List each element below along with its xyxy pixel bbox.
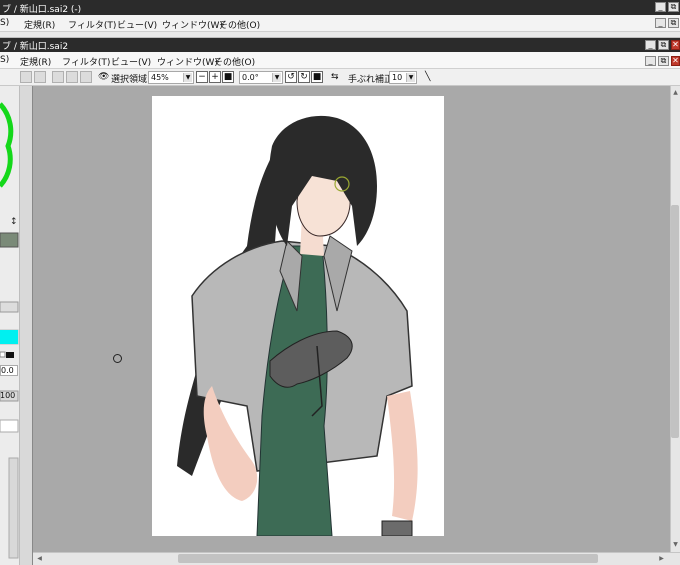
zoom-value: 45% bbox=[151, 73, 169, 82]
canvas-frame-border bbox=[20, 86, 33, 565]
stabilizer-label: 手ぶれ補正 bbox=[348, 75, 394, 85]
outer-menu-other[interactable]: その他(O) bbox=[219, 18, 260, 31]
toolbar-button-2[interactable] bbox=[34, 71, 46, 83]
inner-title-bar: ブ / 新山口.sai2 _ ⧉ ✕ bbox=[0, 38, 680, 52]
tool-scroll-button bbox=[0, 301, 19, 313]
outer-minimize-button[interactable]: _ bbox=[655, 2, 666, 12]
stabilizer-select[interactable]: 10 ▼ bbox=[389, 71, 417, 84]
outer-menu-minimize-button[interactable]: _ bbox=[655, 18, 666, 28]
rotate-ccw-button[interactable]: ↺ bbox=[285, 71, 297, 83]
outer-menu-restore-button[interactable]: ⧉ bbox=[668, 18, 679, 28]
pen-pressure-icon[interactable]: ╲ bbox=[425, 72, 430, 82]
inner-menu-window[interactable]: ウィンドウ(W) bbox=[157, 55, 218, 68]
chevron-down-icon: ▼ bbox=[406, 73, 415, 82]
inner-menu-minimize-button[interactable]: _ bbox=[645, 56, 656, 66]
left-panel-graphics: ↕ bbox=[0, 102, 19, 559]
inner-restore-button[interactable]: ⧉ bbox=[658, 40, 669, 50]
inner-menu-restore-button[interactable]: ⧉ bbox=[658, 56, 669, 66]
inner-menu-other[interactable]: その他(O) bbox=[214, 55, 255, 68]
horizontal-scroll-thumb[interactable] bbox=[178, 554, 598, 563]
toolbar-button-5[interactable] bbox=[80, 71, 92, 83]
zoom-in-button[interactable]: + bbox=[209, 71, 221, 83]
swap-colors-icon: ↕ bbox=[10, 217, 18, 227]
outer-menu-ruler[interactable]: 定規(R) bbox=[24, 18, 55, 31]
blank-field bbox=[0, 419, 19, 433]
stabilizer-value: 10 bbox=[392, 73, 403, 82]
left-scrollbar bbox=[8, 457, 19, 559]
outer-menu-window[interactable]: ウィンドウ(W) bbox=[162, 18, 223, 31]
outer-menu-s[interactable]: S) bbox=[0, 18, 9, 28]
scroll-left-icon[interactable]: ◀ bbox=[35, 554, 44, 563]
current-color-swatch bbox=[0, 232, 19, 248]
flip-horizontal-icon[interactable]: ⇆ bbox=[331, 72, 339, 82]
scroll-right-icon[interactable]: ▶ bbox=[657, 554, 666, 563]
inner-window-title: ブ / 新山口.sai2 bbox=[2, 42, 69, 52]
outer-menu-view[interactable]: ビュー(V) bbox=[117, 18, 157, 31]
cyan-swatch bbox=[0, 330, 18, 344]
inner-menu-bar: S) 定規(R) フィルタ(T) ビュー(V) ウィンドウ(W) その他(O) … bbox=[0, 52, 680, 69]
rotation-select[interactable]: 0.0° ▼ bbox=[239, 71, 283, 84]
color-wheel[interactable] bbox=[0, 102, 14, 188]
inner-menu-close-button[interactable]: ✕ bbox=[671, 56, 680, 66]
app-root: ブ / 新山口.sai2 (-) _ ⧉ S) 定規(R) フィルタ(T) ビュ… bbox=[0, 0, 680, 565]
chevron-down-icon: ▼ bbox=[183, 73, 192, 82]
swatch-white-small bbox=[0, 351, 6, 358]
outer-restore-button[interactable]: ⧉ bbox=[668, 2, 679, 12]
inner-close-button[interactable]: ✕ bbox=[671, 40, 680, 50]
left-tool-panel: ↕ 0.0 100 bbox=[0, 86, 20, 565]
zoom-out-button[interactable]: − bbox=[196, 71, 208, 83]
scroll-up-icon[interactable]: ▲ bbox=[671, 88, 680, 97]
inner-menu-filter[interactable]: フィルタ(T) bbox=[62, 55, 110, 68]
inner-menu-ruler[interactable]: 定規(R) bbox=[20, 55, 51, 68]
outer-menu-filter[interactable]: フィルタ(T) bbox=[68, 18, 116, 31]
right-glove bbox=[381, 520, 413, 537]
rotation-value: 0.0° bbox=[242, 73, 259, 82]
opacity-field[interactable]: 0.0 bbox=[0, 365, 18, 376]
inner-menu-s[interactable]: S) bbox=[0, 55, 9, 65]
vertical-scroll-thumb[interactable] bbox=[671, 205, 679, 438]
outer-window-title: ブ / 新山口.sai2 (-) bbox=[2, 5, 82, 15]
inner-menu-view[interactable]: ビュー(V) bbox=[111, 55, 151, 68]
outer-title-bar: ブ / 新山口.sai2 (-) _ ⧉ bbox=[0, 0, 680, 15]
selection-area-label: 選択領域 bbox=[111, 75, 148, 85]
inner-minimize-button[interactable]: _ bbox=[645, 40, 656, 50]
eye-icon[interactable]: 👁 bbox=[98, 72, 109, 82]
chevron-down-icon: ▼ bbox=[272, 73, 281, 82]
toolbar-button-3[interactable] bbox=[52, 71, 64, 83]
brush-cursor bbox=[113, 354, 122, 363]
zoom-reset-button[interactable]: ■ bbox=[222, 71, 234, 83]
zoom-select[interactable]: 45% ▼ bbox=[148, 71, 194, 84]
toolbar-button-4[interactable] bbox=[66, 71, 78, 83]
scroll-down-icon[interactable]: ▼ bbox=[671, 540, 680, 549]
right-arm bbox=[387, 391, 418, 521]
canvas-toolbar: 👁 選択領域 45% ▼ − + ■ 0.0° ▼ ↺ ↻ ■ ⇆ 手ぶれ補正 … bbox=[0, 69, 680, 86]
outer-menu-bar: S) 定規(R) フィルタ(T) ビュー(V) ウィンドウ(W) その他(O) … bbox=[0, 15, 680, 32]
rotate-cw-button[interactable]: ↻ bbox=[298, 71, 310, 83]
swatch-black-small bbox=[6, 352, 14, 358]
character-illustration bbox=[177, 115, 418, 537]
size-field[interactable]: 100 bbox=[0, 391, 15, 400]
toolbar-button-1[interactable] bbox=[20, 71, 32, 83]
rotation-reset-button[interactable]: ■ bbox=[311, 71, 323, 83]
drawing-paper[interactable] bbox=[152, 96, 444, 537]
